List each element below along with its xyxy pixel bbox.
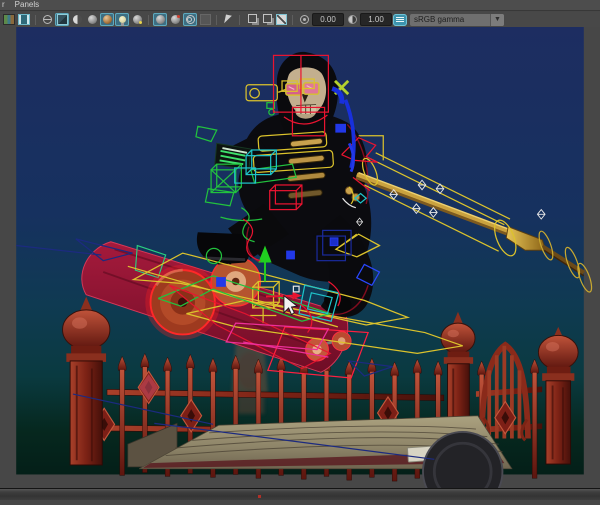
viewport-3d[interactable] [0,27,600,505]
shadows-glyph [132,15,142,24]
exposure-field[interactable]: 0.00 [312,13,344,26]
wireframe-mode-icon[interactable] [40,13,54,26]
menu-item-renderer[interactable]: r [2,0,5,10]
isolate-glyph [275,14,287,25]
shaded-cube-glyph [56,14,68,25]
exposure-icon[interactable] [297,13,311,26]
textured-mode-icon[interactable] [100,13,114,26]
gamma-field[interactable]: 1.00 [360,13,392,26]
contrast-icon[interactable] [345,13,359,26]
wireframe-on-shaded-icon[interactable] [85,13,99,26]
wireframe-glyph [42,15,52,24]
camera-image-icon[interactable] [2,13,16,26]
film-gate-icon[interactable] [17,13,31,26]
wos-glyph [87,15,97,24]
timeline-tick [258,495,261,498]
material-ball-glyph [72,15,82,24]
menu-item-panels[interactable]: Panels [15,0,39,10]
film-gate-glyph [18,14,30,25]
plugin-shading-icon[interactable] [198,13,212,26]
plugin-shading-glyph [199,14,211,25]
panel-menu-bar: r Panels [0,0,600,11]
maya-viewport-window: { "menu_bar": { "items": [ {"label": "r"… [0,0,600,505]
bottom-panel-bar[interactable] [0,488,600,500]
xray-glyph [185,15,195,24]
stone-post-left[interactable] [62,296,111,466]
paint-glyph [170,15,180,24]
shadows-icon[interactable] [130,13,144,26]
toolbar-separator [216,14,217,25]
toolbar-separator [35,14,36,25]
viewport-canvas[interactable] [0,27,600,505]
paste-layer-icon[interactable] [259,13,273,26]
copy-layer-icon[interactable] [244,13,258,26]
material-ball-icon[interactable] [70,13,84,26]
chevron-down-icon[interactable]: ▼ [490,13,504,26]
lighting-icon[interactable] [115,13,129,26]
view-transform-dropdown[interactable]: sRGB gamma ▼ [410,13,504,26]
isolate-select-icon[interactable] [274,13,288,26]
toolbar-separator [292,14,293,25]
xray-mode-icon[interactable] [183,13,197,26]
copy-glyph [247,14,257,23]
toolbar-separator [148,14,149,25]
default-material-icon[interactable] [153,13,167,26]
select-tool-icon[interactable] [221,13,235,26]
toolbar-separator [239,14,240,25]
exposure-glyph [299,15,309,24]
default-material-glyph [155,15,165,24]
paste-glyph [262,14,272,23]
gamma-correct-icon[interactable] [393,13,407,26]
lightbulb-glyph [118,16,126,26]
paint-mode-icon[interactable] [168,13,182,26]
camera-image-glyph [3,14,15,25]
shaded-mode-icon[interactable] [55,13,69,26]
textured-glyph [102,15,112,24]
select-arrow-glyph [224,14,232,25]
view-transform-value: sRGB gamma [414,14,465,24]
viewport-toolbar: 0.00 1.00 sRGB gamma ▼ [0,12,600,27]
contrast-glyph [347,15,357,24]
